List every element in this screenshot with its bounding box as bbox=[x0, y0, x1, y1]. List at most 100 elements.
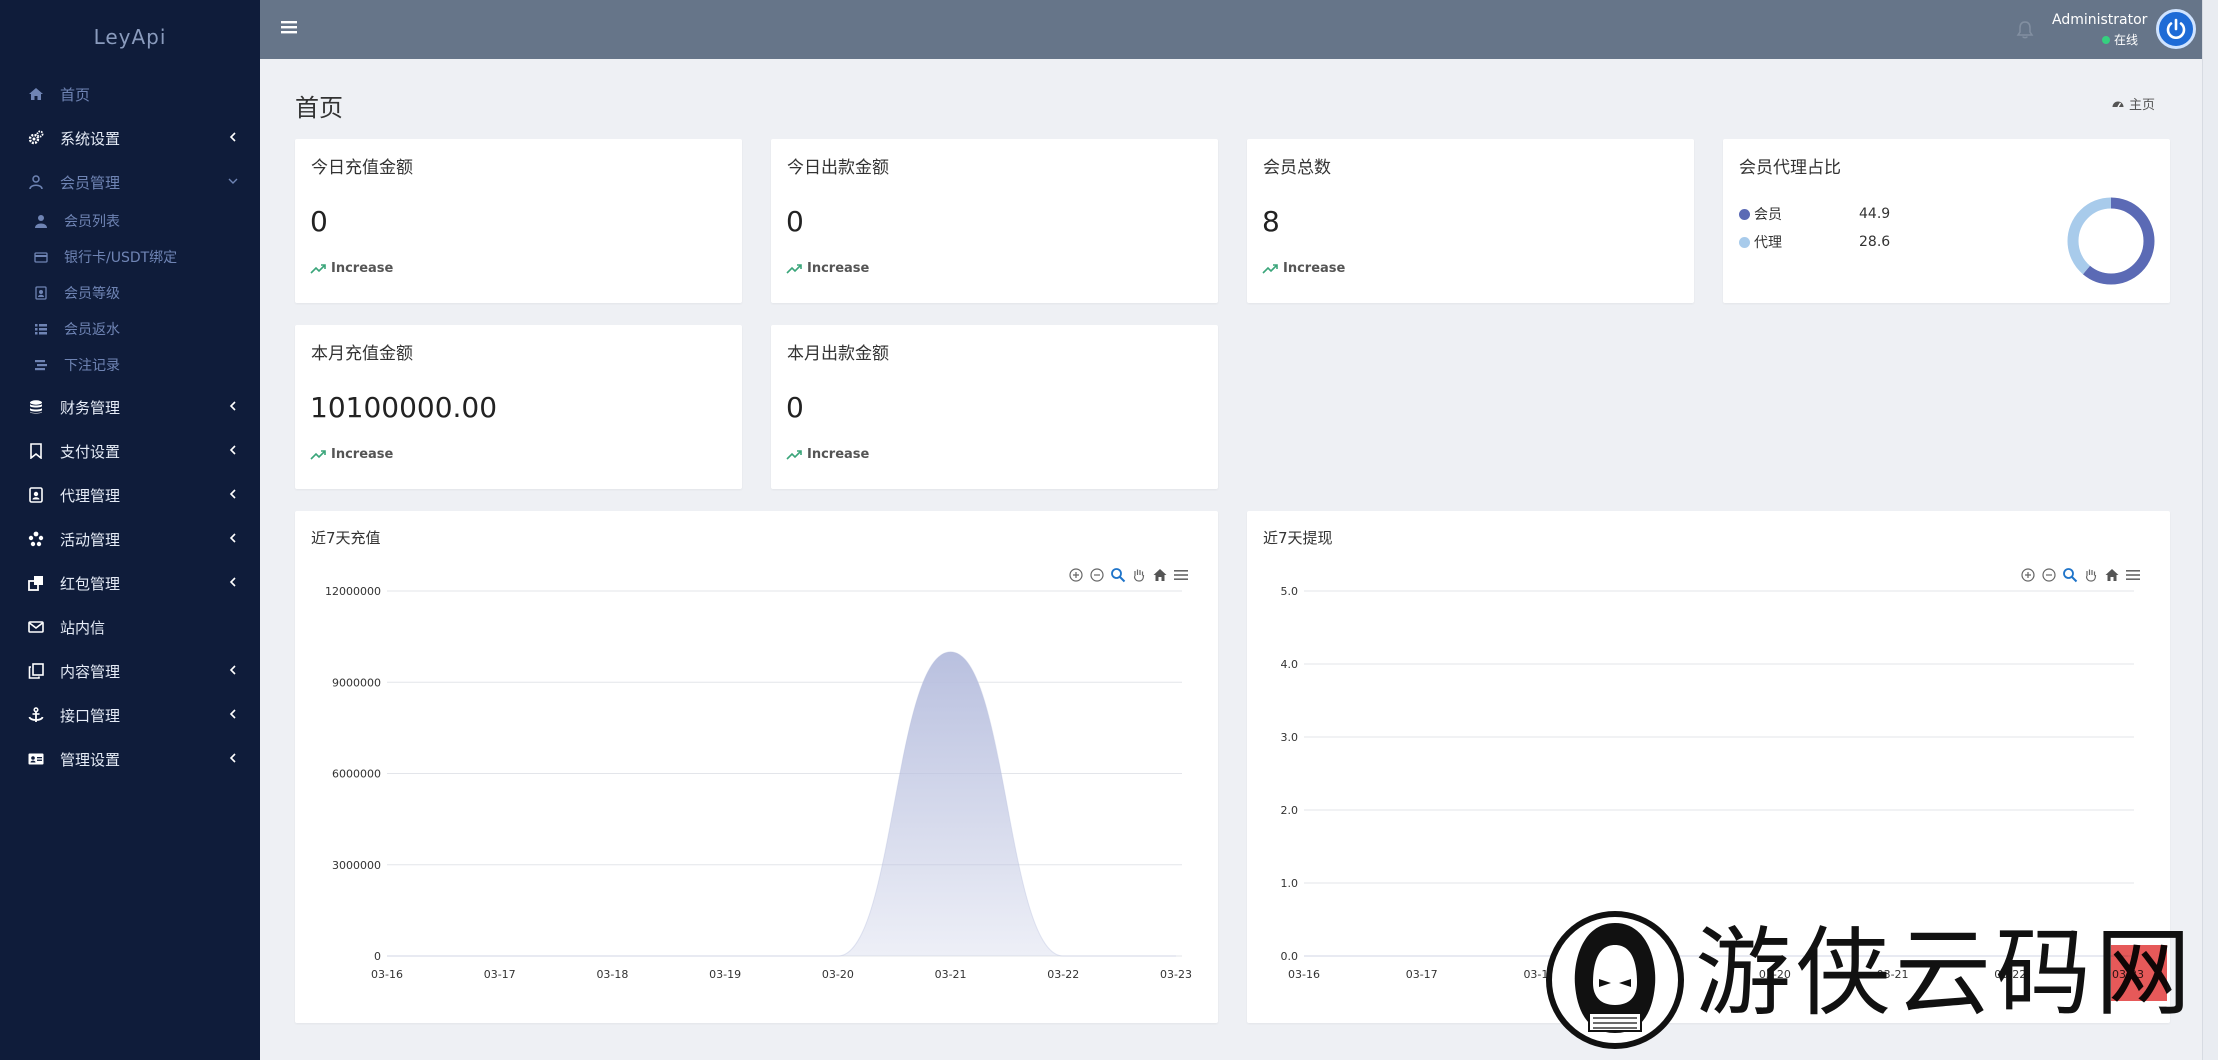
sidebar-item-label: 管理设置 bbox=[60, 750, 121, 769]
chevron-left-icon bbox=[229, 665, 236, 675]
y-tick-label: 0 bbox=[374, 950, 381, 963]
home-icon bbox=[26, 84, 46, 104]
sidebar-item-messages[interactable]: 站内信 bbox=[0, 607, 260, 647]
x-tick-label: 03-23 bbox=[1160, 968, 1192, 981]
sidebar-item-label: 内容管理 bbox=[60, 662, 121, 681]
sidebar-subitem-label: 会员列表 bbox=[64, 214, 120, 230]
sidebar-item-label: 首页 bbox=[60, 85, 91, 104]
portrait-icon bbox=[32, 284, 50, 302]
sidebar-item-activity-management[interactable]: 活动管理 bbox=[0, 519, 260, 559]
power-icon bbox=[2166, 18, 2186, 39]
y-tick-label: 1.0 bbox=[1281, 877, 1299, 890]
legend-value: 44.9 bbox=[1859, 206, 1891, 222]
stat-value: 8 bbox=[1262, 205, 1280, 238]
menu-toggle-icon[interactable] bbox=[280, 18, 298, 36]
y-tick-label: 2.0 bbox=[1281, 804, 1299, 817]
sidebar-subitem-member-level[interactable]: 会员等级 bbox=[0, 276, 260, 310]
breadcrumb[interactable]: 主页 bbox=[2111, 94, 2155, 113]
top-header: Administrator 在线 bbox=[260, 0, 2202, 59]
legend-item-agent[interactable]: 代理 28.6 bbox=[1739, 232, 1890, 252]
stat-card-today-deposit: 今日充值金额 0 Increase bbox=[295, 139, 742, 303]
bell-icon[interactable] bbox=[2015, 20, 2035, 40]
legend-value: 28.6 bbox=[1859, 234, 1891, 250]
sidebar-subitem-label: 银行卡/USDT绑定 bbox=[64, 250, 178, 266]
sidebar-subitem-bank-card[interactable]: 银行卡/USDT绑定 bbox=[0, 240, 260, 274]
sidebar-item-member-management[interactable]: 会员管理 bbox=[0, 162, 260, 202]
page-title: 首页 bbox=[295, 94, 343, 122]
sidebar-item-label: 活动管理 bbox=[60, 530, 121, 549]
watermark-text: 游侠云码网 bbox=[1695, 913, 2195, 1033]
chevron-left-icon bbox=[229, 132, 236, 142]
stat-trend: Increase bbox=[786, 447, 869, 462]
trend-up-icon bbox=[310, 263, 326, 274]
avatar[interactable] bbox=[2156, 9, 2196, 49]
sidebar-item-red-packet[interactable]: 红包管理 bbox=[0, 563, 260, 603]
trend-up-icon bbox=[786, 449, 802, 460]
page-scrollbar[interactable] bbox=[2202, 0, 2218, 1060]
chevron-left-icon bbox=[229, 753, 236, 763]
list-icon bbox=[32, 320, 50, 338]
hacker-logo-icon bbox=[1546, 911, 1684, 1049]
sidebar-item-label: 财务管理 bbox=[60, 398, 121, 417]
chevron-left-icon bbox=[229, 577, 236, 587]
donut-chart[interactable] bbox=[2065, 195, 2157, 287]
stat-title: 本月出款金额 bbox=[787, 344, 889, 364]
stat-card-member-total: 会员总数 8 Increase bbox=[1247, 139, 1694, 303]
chevron-down-icon bbox=[228, 178, 238, 184]
asterisk-icon bbox=[26, 529, 46, 549]
legend-swatch bbox=[1739, 208, 1750, 220]
trend-up-icon bbox=[310, 449, 326, 460]
y-tick-label: 4.0 bbox=[1281, 658, 1299, 671]
sidebar-item-content-management[interactable]: 内容管理 bbox=[0, 651, 260, 691]
id-badge-icon bbox=[26, 485, 46, 505]
area-series[interactable] bbox=[387, 651, 1176, 956]
sidebar-subitem-label: 下注记录 bbox=[64, 358, 120, 374]
area-series-line bbox=[387, 651, 1176, 957]
deposit-area-chart[interactable]: 0 3000000 6000000 9000000 12000000 03-16 03-17… bbox=[295, 511, 1218, 1023]
sidebar-subitem-bet-records[interactable]: 下注记录 bbox=[0, 348, 260, 382]
sidebar-item-payment-settings[interactable]: 支付设置 bbox=[0, 431, 260, 471]
stat-value: 10100000.00 bbox=[310, 391, 498, 424]
stat-value: 0 bbox=[786, 205, 804, 238]
sidebar-item-home[interactable]: 首页 bbox=[0, 74, 260, 114]
sidebar-item-label: 代理管理 bbox=[60, 486, 121, 505]
sidebar-item-admin-settings[interactable]: 管理设置 bbox=[0, 739, 260, 779]
sidebar-item-api-management[interactable]: 接口管理 bbox=[0, 695, 260, 735]
sidebar-item-agent-management[interactable]: 代理管理 bbox=[0, 475, 260, 515]
member-agent-ratio-card: 会员代理占比 会员 44.9 代理 28.6 bbox=[1723, 139, 2170, 303]
stat-trend: Increase bbox=[786, 261, 869, 276]
legend-item-member[interactable]: 会员 44.9 bbox=[1739, 204, 1890, 224]
sidebar-item-finance[interactable]: 财务管理 bbox=[0, 387, 260, 427]
user-solid-icon bbox=[32, 212, 50, 230]
gears-icon bbox=[26, 128, 46, 148]
x-tick-label: 03-17 bbox=[484, 968, 516, 981]
brand-logo[interactable]: LeyApi bbox=[0, 0, 260, 74]
x-tick-label: 03-22 bbox=[1047, 968, 1079, 981]
stat-title: 本月充值金额 bbox=[311, 344, 413, 364]
stat-title: 今日出款金额 bbox=[787, 158, 889, 178]
x-tick-label: 03-21 bbox=[935, 968, 967, 981]
sidebar-item-system-settings[interactable]: 系统设置 bbox=[0, 118, 260, 158]
sidebar-subitem-label: 会员等级 bbox=[64, 286, 120, 302]
bookmark-icon bbox=[26, 441, 46, 461]
sidebar-item-label: 支付设置 bbox=[60, 442, 121, 461]
stat-value: 0 bbox=[786, 391, 804, 424]
chevron-left-icon bbox=[229, 533, 236, 543]
sidebar-subitem-label: 会员返水 bbox=[64, 322, 120, 338]
database-icon bbox=[26, 397, 46, 417]
stat-trend: Increase bbox=[310, 447, 393, 462]
watermark: 游侠云码网 bbox=[1545, 905, 2191, 1055]
y-tick-label: 12000000 bbox=[325, 585, 381, 598]
y-tick-label: 0.0 bbox=[1281, 950, 1299, 963]
sidebar-subitem-member-rebate[interactable]: 会员返水 bbox=[0, 312, 260, 346]
copy-icon bbox=[26, 661, 46, 681]
sidebar: LeyApi 首页 系统设置 会员管理 会员列表 银行卡/USDT绑定 会员等级… bbox=[0, 0, 260, 1060]
stat-trend: Increase bbox=[310, 261, 393, 276]
user-status: 在线 bbox=[2102, 31, 2138, 48]
user-name[interactable]: Administrator bbox=[2052, 12, 2147, 28]
breadcrumb-home[interactable]: 主页 bbox=[2129, 94, 2155, 113]
trend-up-icon bbox=[786, 263, 802, 274]
x-tick-label: 03-19 bbox=[709, 968, 741, 981]
stat-trend-label: Increase bbox=[331, 261, 394, 276]
sidebar-subitem-member-list[interactable]: 会员列表 bbox=[0, 204, 260, 238]
